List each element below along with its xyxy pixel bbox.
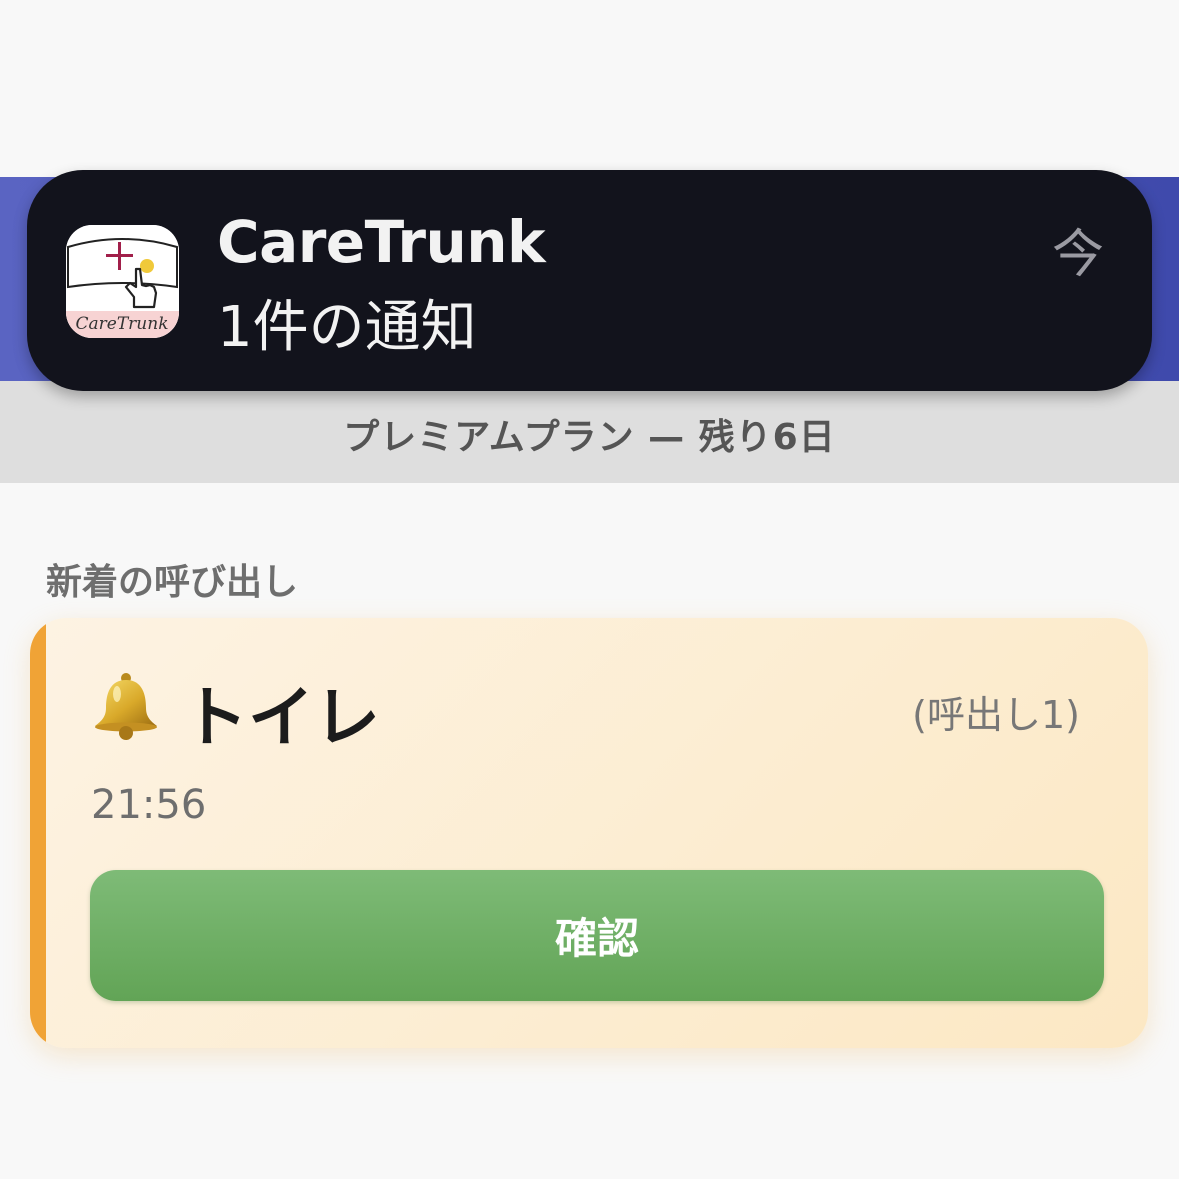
call-card-accent bbox=[30, 618, 46, 1048]
call-channel: (呼出し1) bbox=[912, 693, 1080, 737]
push-notification-banner[interactable]: CareTrunk CareTrunk 1件の通知 今 bbox=[27, 170, 1152, 391]
section-title-new-calls: 新着の呼び出し bbox=[46, 562, 299, 603]
call-title: トイレ bbox=[182, 679, 380, 756]
call-time: 21:56 bbox=[91, 782, 207, 828]
notification-message: 1件の通知 bbox=[217, 295, 477, 360]
notification-time: 今 bbox=[1051, 225, 1104, 285]
bell-icon bbox=[90, 670, 162, 742]
svg-text:CareTrunk: CareTrunk bbox=[76, 314, 169, 334]
caretrunk-app-icon: CareTrunk bbox=[66, 225, 179, 338]
notification-app-name: CareTrunk bbox=[217, 208, 546, 276]
premium-plan-banner: プレミアムプラン — 残り6日 bbox=[0, 381, 1179, 483]
confirm-button[interactable]: 確認 bbox=[90, 870, 1104, 1001]
call-card: トイレ (呼出し1) 21:56 確認 bbox=[30, 618, 1148, 1048]
premium-plan-text: プレミアムプラン — 残り6日 bbox=[343, 417, 836, 458]
